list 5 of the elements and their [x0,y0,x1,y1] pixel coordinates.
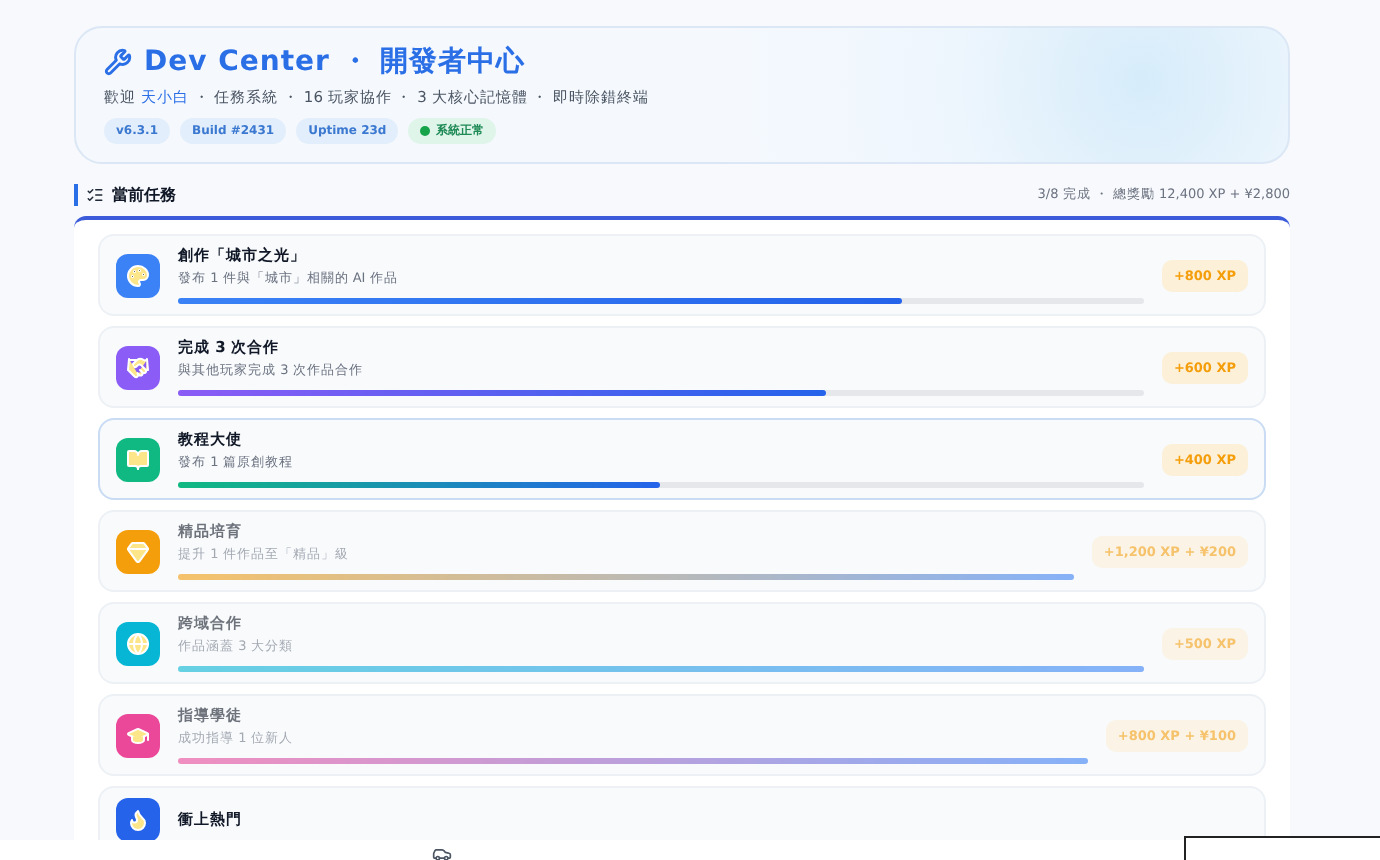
wrench-icon [104,48,132,76]
list-icon [86,186,104,204]
page-title: Dev Center ・ 開發者中心 [144,44,526,80]
section-title: 當前任務 [112,184,176,206]
car-icon[interactable] [432,844,452,860]
